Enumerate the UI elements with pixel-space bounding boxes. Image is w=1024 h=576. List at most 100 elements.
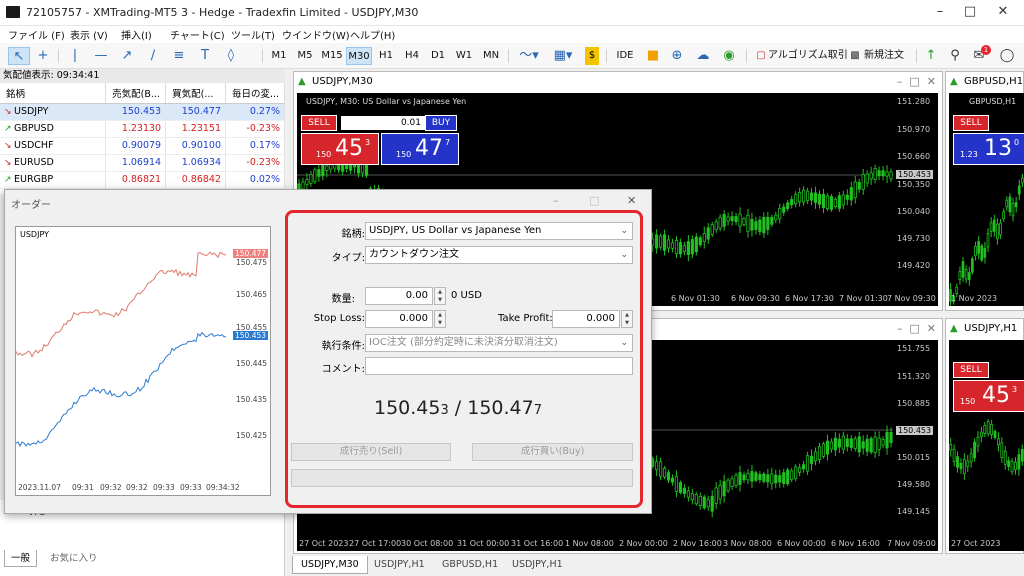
buy-price-box[interactable]: 150 47 7	[381, 133, 459, 165]
market-watch-row[interactable]: ↗ GBPUSD 1.23130 1.23151 -0.23%	[0, 120, 285, 138]
market-bag-icon[interactable]: ■	[644, 47, 662, 65]
tf-h1[interactable]: H1	[376, 47, 396, 65]
symbol-select[interactable]: USDJPY, US Dollar vs Japanese Yen ⌄	[365, 222, 633, 240]
menu-insert[interactable]: 挿入(I)	[121, 27, 152, 42]
horizontal-line-icon[interactable]: —	[92, 47, 110, 65]
volume-input[interactable]: 0.00	[365, 287, 433, 305]
tab-usdjpy-h1[interactable]: USDJPY,H1	[366, 556, 433, 574]
menu-chart[interactable]: チャート(C)	[170, 27, 225, 42]
chart-area-gbpusd-h1[interactable]: GBPUSD,H1 SELL 1.23 13 0 1 Nov 2023	[949, 93, 1024, 306]
candle-body	[301, 181, 305, 190]
buy-button[interactable]: BUY	[425, 115, 457, 131]
indicators-icon[interactable]: ▦▾	[548, 47, 578, 65]
algo-market-icon[interactable]: ◉	[720, 47, 738, 65]
market-watch-row[interactable]: ↘ USDCHF 0.90079 0.90100 0.17%	[0, 137, 285, 155]
change-cell: 0.17%	[225, 137, 285, 155]
market-watch-row[interactable]: ↘ USDJPY 150.453 150.477 0.27%	[0, 103, 285, 121]
col-bid[interactable]: 売気配(B...	[105, 83, 167, 104]
channel-icon[interactable]: ∕	[144, 47, 162, 65]
tf-m1[interactable]: M1	[268, 47, 290, 65]
tf-w1[interactable]: W1	[454, 47, 474, 65]
market-watch-row[interactable]: ↘ EURUSD 1.06914 1.06934 -0.23%	[0, 154, 285, 172]
tab-favorites[interactable]: お気に入り	[44, 550, 104, 567]
lot-input[interactable]: 0.01	[341, 116, 425, 130]
sell-price-prefix: 150	[316, 150, 332, 159]
window-controls-icon[interactable]: – □ ✕	[897, 72, 936, 91]
search-icon[interactable]: ⚲	[946, 47, 964, 65]
candle-body	[706, 227, 710, 240]
minimize-icon[interactable]: –	[925, 3, 955, 21]
tab-usdjpy-h1-2[interactable]: USDJPY,H1	[504, 556, 571, 574]
bid-cell: 150.453	[105, 103, 167, 121]
candle-body	[674, 475, 679, 492]
tab-general[interactable]: 一般	[4, 550, 38, 567]
sell-price-box[interactable]: 1.23 13 0	[953, 133, 1024, 165]
sell-button[interactable]: SELL	[953, 115, 989, 131]
sell-market-button[interactable]: 成行売り(Sell)	[291, 443, 451, 461]
fibonacci-icon[interactable]: ≡	[170, 47, 188, 65]
buy-market-button[interactable]: 成行買い(Buy)	[472, 443, 633, 461]
candle-body	[305, 179, 309, 185]
tf-m15[interactable]: M15	[319, 47, 345, 65]
col-symbol[interactable]: 銘柄	[0, 83, 107, 104]
tf-mn[interactable]: MN	[480, 47, 502, 65]
price-label: 151.755	[897, 344, 931, 353]
time-label: 7 Nov 01:30	[839, 294, 888, 303]
candle-body	[786, 469, 790, 485]
stop-loss-input[interactable]: 0.000	[365, 310, 433, 328]
ide-button[interactable]: IDE	[614, 47, 636, 65]
candle-body	[809, 455, 814, 464]
type-select[interactable]: カウントダウン注文 ⌄	[365, 246, 633, 264]
chart-type-icon[interactable]: 〜▾	[514, 47, 544, 65]
chart-area-usdjpy-h1-right[interactable]: SELL 150 45 3 27 Oct 2023	[949, 340, 1024, 551]
sell-price-box[interactable]: 150 45 3	[953, 380, 1024, 412]
minimize-icon[interactable]: –	[553, 194, 559, 207]
shapes-tool-icon[interactable]: ◊	[222, 47, 240, 65]
algo-trading-button[interactable]: アルゴリズム取引	[768, 47, 856, 65]
cloud-icon[interactable]: ☁	[694, 47, 712, 65]
comment-input[interactable]	[365, 357, 633, 375]
take-profit-input[interactable]: 0.000	[552, 310, 620, 328]
account-icon[interactable]: ◯	[998, 47, 1016, 65]
sell-button[interactable]: SELL	[301, 115, 337, 131]
tab-gbpusd-h1[interactable]: GBPUSD,H1	[434, 556, 506, 574]
menu-view[interactable]: 表示 (V)	[70, 27, 108, 42]
vps-signal-icon[interactable]: ⊕	[668, 47, 686, 65]
menu-tools[interactable]: ツール(T)	[231, 27, 275, 42]
candle-body	[734, 216, 738, 222]
col-change[interactable]: 毎日の変...	[225, 83, 285, 104]
tf-h4[interactable]: H4	[402, 47, 422, 65]
tf-m5[interactable]: M5	[294, 47, 316, 65]
col-ask[interactable]: 買気配(...	[165, 83, 227, 104]
cursor-tool-icon[interactable]: ↖	[8, 47, 30, 65]
sell-button[interactable]: SELL	[953, 362, 989, 378]
menu-window[interactable]: ウインドウ(W)	[282, 27, 350, 42]
menu-help[interactable]: ヘルプ(H)	[350, 27, 395, 42]
candle-body	[865, 173, 869, 184]
crosshair-tool-icon[interactable]: +	[34, 47, 52, 65]
window-controls-icon[interactable]: – □ ✕	[897, 319, 936, 338]
tab-usdjpy-m30[interactable]: USDJPY,M30	[292, 556, 368, 574]
new-order-button[interactable]: 新規注文	[864, 47, 910, 65]
signals-icon[interactable]: $	[585, 47, 599, 65]
maximize-icon[interactable]: □	[955, 3, 985, 21]
bid-small: 3	[440, 403, 449, 418]
text-tool-icon[interactable]: T	[196, 47, 214, 65]
trendline-icon[interactable]: ↗	[118, 47, 136, 65]
market-watch-row[interactable]: ↗ EURGBP 0.86821 0.86842 0.02%	[0, 171, 285, 189]
tf-m30[interactable]: M30	[346, 47, 372, 65]
vertical-line-icon[interactable]: ❘	[66, 47, 84, 65]
candle-body	[983, 425, 987, 434]
close-icon[interactable]: ✕	[627, 194, 636, 207]
tf-d1[interactable]: D1	[428, 47, 448, 65]
sell-price-box[interactable]: 150 45 3	[301, 133, 379, 165]
close-icon[interactable]: ✕	[988, 3, 1018, 21]
volume-stepper[interactable]: ▲ ▼	[434, 287, 446, 305]
candle-body	[885, 171, 889, 177]
stop-loss-stepper[interactable]: ▲ ▼	[434, 310, 446, 328]
new-order-icon: ▩	[850, 50, 860, 61]
menu-file[interactable]: ファイル (F)	[8, 27, 65, 42]
take-profit-stepper[interactable]: ▲ ▼	[621, 310, 633, 328]
depth-of-market-icon[interactable]: ↑	[922, 47, 940, 65]
candle-body	[690, 239, 694, 255]
